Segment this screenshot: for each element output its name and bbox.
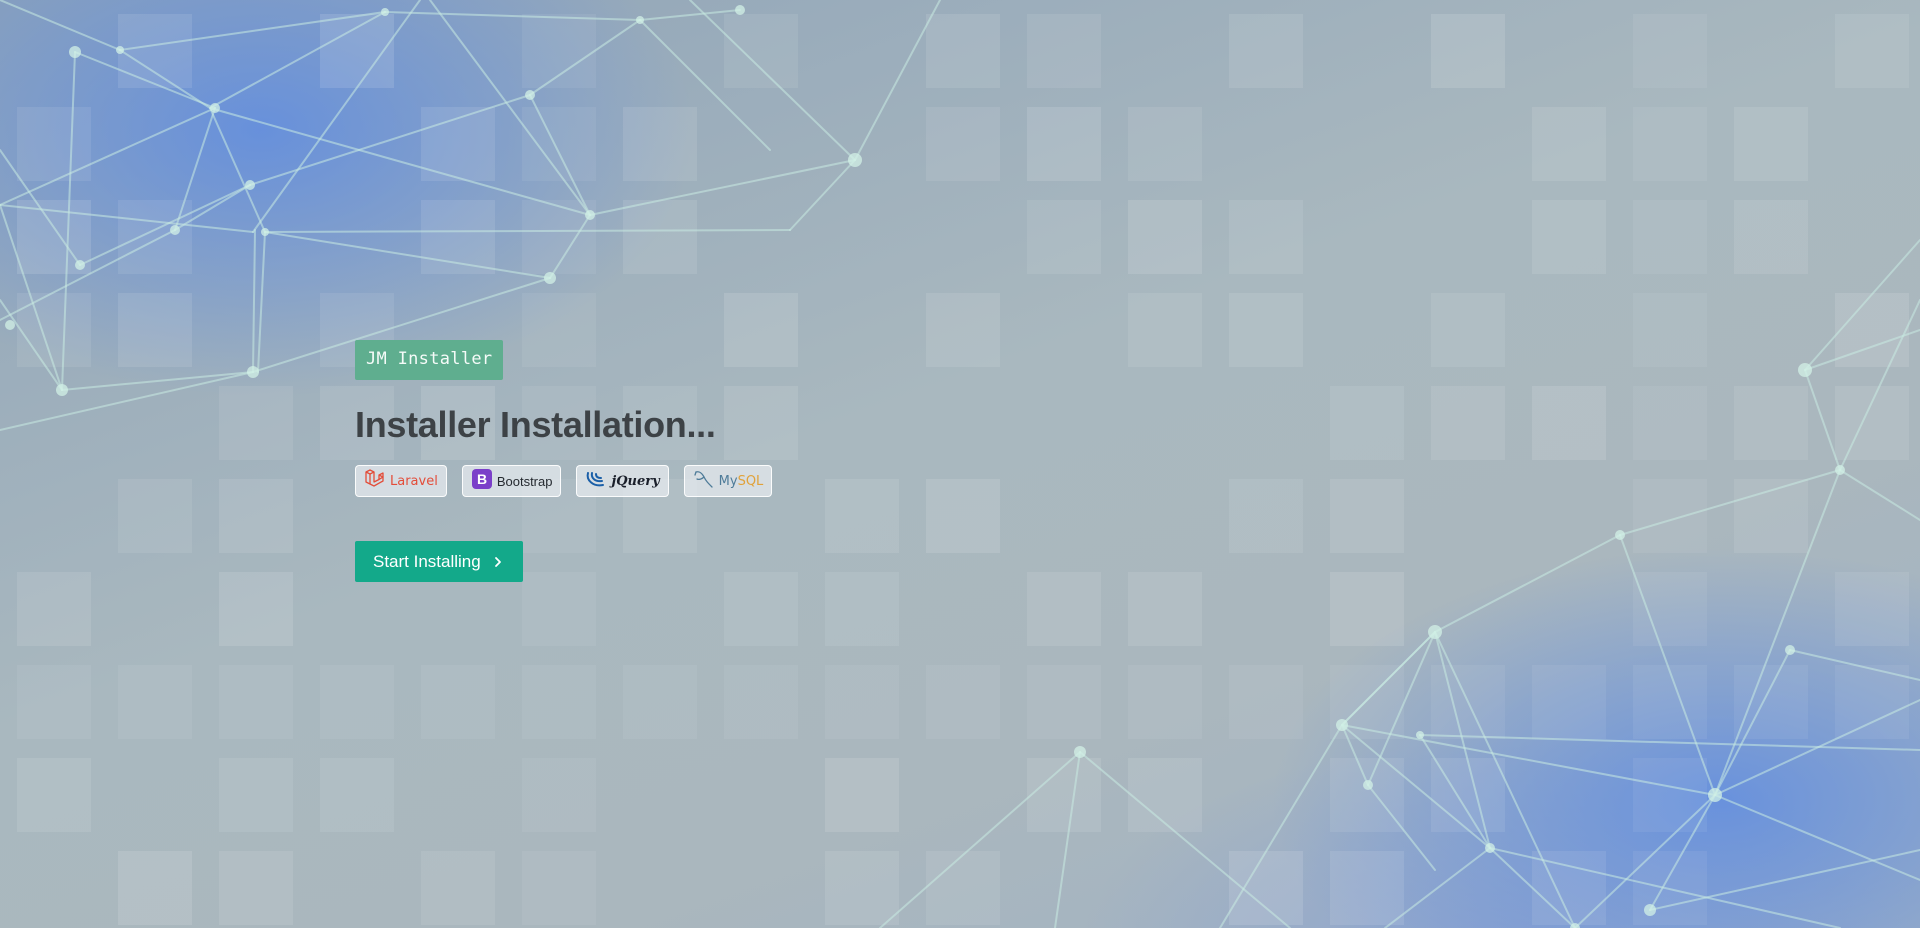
tech-badge-label: Laravel <box>390 473 438 489</box>
tech-badge-mysql: MySQL <box>683 465 773 497</box>
tech-badge-label: Bootstrap <box>496 473 553 489</box>
mysql-dolphin-icon <box>693 468 715 495</box>
tech-badge-bootstrap: B Bootstrap <box>461 465 562 497</box>
hero-content: JM Installer Installer Installation... L… <box>355 340 1115 582</box>
svg-text:B: B <box>477 471 487 487</box>
page-title: Installer Installation... <box>355 404 716 445</box>
bootstrap-logo-icon: B <box>471 468 493 495</box>
jquery-logo-icon <box>585 468 607 495</box>
tech-badge-label: MySQL <box>719 475 764 488</box>
tech-badge-jquery: jQuery <box>576 465 669 497</box>
tech-stack-badges: Laravel B Bootstrap jQuery MySQL <box>355 465 1115 497</box>
tech-badge-laravel: Laravel <box>355 465 447 497</box>
chevron-right-icon <box>493 556 503 568</box>
start-installing-label: Start Installing <box>373 551 481 571</box>
start-installing-button[interactable]: Start Installing <box>355 541 523 582</box>
laravel-logo-icon <box>364 468 386 495</box>
brand-name: JM Installer <box>366 349 493 369</box>
tech-badge-label: jQuery <box>611 473 660 489</box>
brand-badge: JM Installer <box>355 340 504 380</box>
mysql-label-sql: SQL <box>737 473 764 489</box>
mysql-label-my: My <box>718 473 738 489</box>
